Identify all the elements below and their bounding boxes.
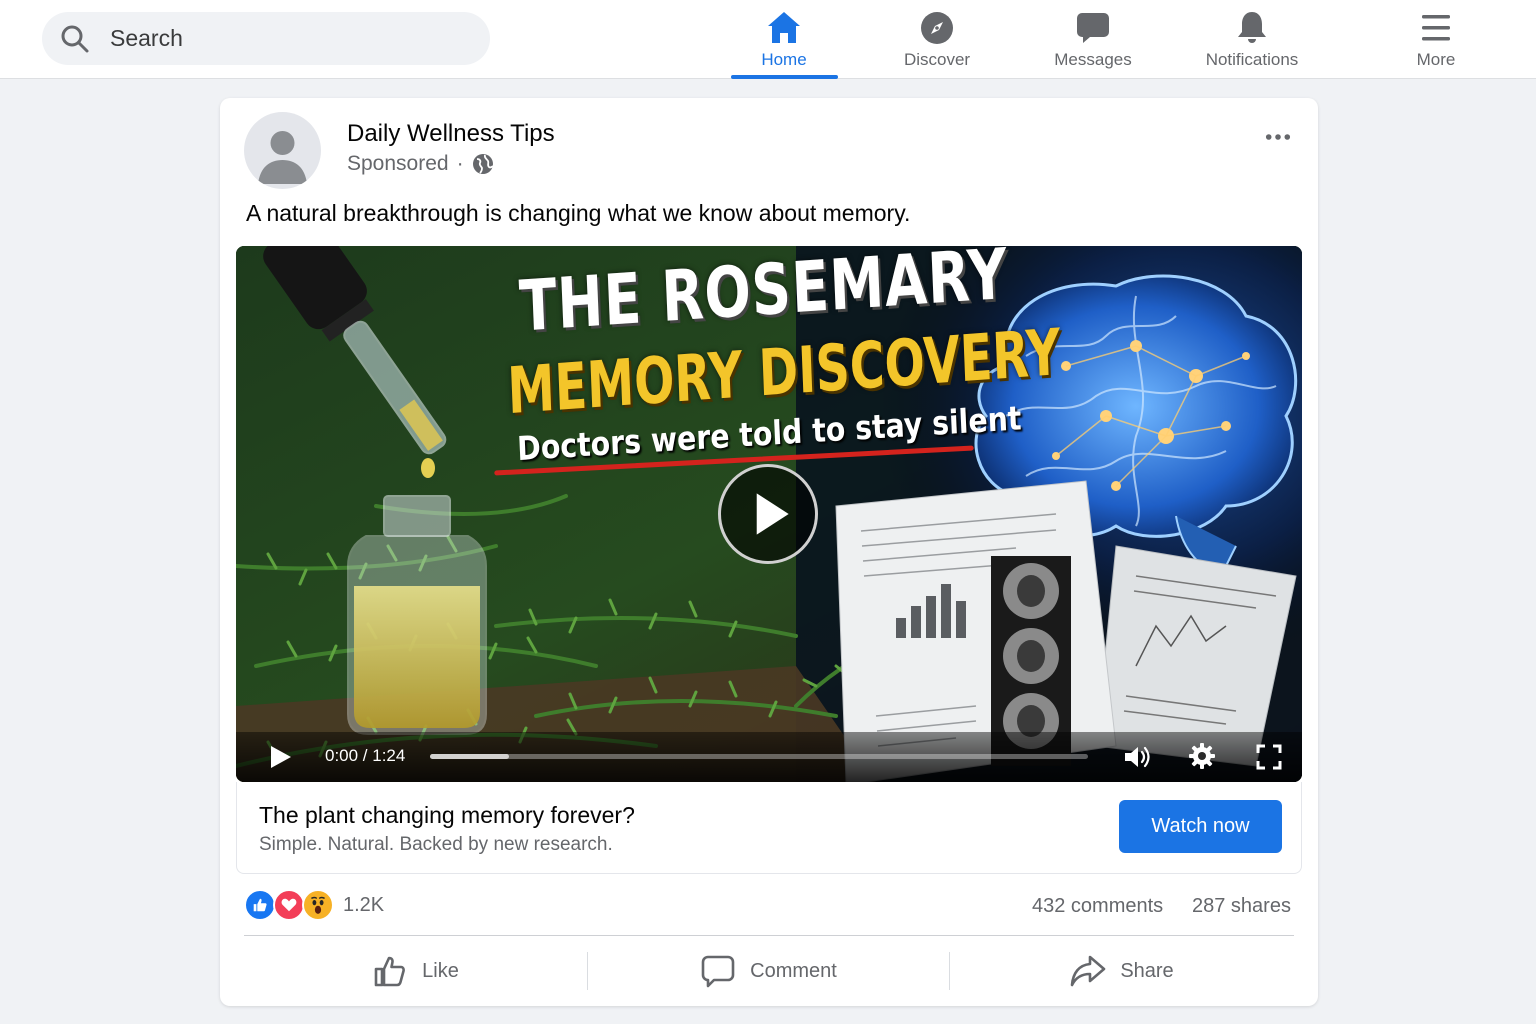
compass-icon [921, 12, 953, 44]
comment-label: Comment [750, 959, 837, 982]
thumbs-up-icon [253, 898, 267, 912]
nav-notifications[interactable]: Notifications [1192, 0, 1312, 79]
comments-count[interactable]: 432 comments [1032, 895, 1163, 918]
comment-icon [701, 955, 735, 988]
search-bar[interactable] [42, 12, 490, 65]
watch-now-button[interactable]: Watch now [1119, 800, 1282, 853]
video-progress-bar[interactable] [430, 754, 1088, 759]
search-input[interactable] [110, 18, 470, 59]
nav-messages[interactable]: Messages [1033, 0, 1153, 79]
active-tab-indicator [731, 75, 838, 79]
like-label: Like [422, 959, 459, 982]
menu-icon [1422, 15, 1450, 41]
play-icon[interactable] [266, 743, 294, 771]
like-icon [244, 889, 276, 921]
post-meta: Sponsored · [347, 152, 494, 176]
fullscreen-icon[interactable] [1256, 744, 1282, 770]
love-icon [273, 889, 305, 921]
nav-messages-label: Messages [1054, 50, 1132, 69]
top-navigation-bar: Home Discover Messages Notifications Mor… [0, 0, 1536, 79]
home-icon [768, 12, 800, 43]
nav-home-label: Home [761, 50, 807, 69]
search-icon [61, 25, 89, 52]
post-options-button[interactable] [1260, 122, 1296, 152]
sponsored-label[interactable]: Sponsored [347, 152, 449, 176]
meta-separator: · [456, 152, 464, 175]
share-label: Share [1120, 959, 1174, 982]
sponsored-post: Daily Wellness Tips Sponsored · A natura… [220, 98, 1318, 1006]
link-title: The plant changing memory forever? [259, 802, 635, 828]
nav-discover-label: Discover [903, 50, 971, 69]
video-controls: 0:00 / 1:24 [236, 732, 1302, 782]
nav-notifications-label: Notifications [1205, 50, 1299, 69]
link-subtitle: Simple. Natural. Backed by new research. [259, 834, 613, 855]
share-button[interactable]: Share [950, 942, 1294, 1000]
like-button[interactable]: Like [244, 942, 587, 1000]
post-author[interactable]: Daily Wellness Tips [347, 120, 555, 148]
heart-icon [281, 898, 297, 912]
reaction-summary[interactable]: 1.2K [244, 888, 384, 922]
chat-bubble-icon [1077, 13, 1109, 43]
bell-icon [1238, 12, 1266, 43]
video-buffer-fill [430, 754, 509, 759]
default-profile-icon [258, 131, 307, 184]
thumbs-up-icon [374, 956, 406, 987]
video-timestamp: 0:00 / 1:24 [325, 746, 406, 765]
more-dots-icon [1265, 134, 1291, 140]
video-play-overlay-button[interactable] [718, 464, 818, 564]
nav-more-label: More [1416, 50, 1456, 69]
link-preview[interactable]: The plant changing memory forever? Simpl… [236, 782, 1302, 874]
post-caption: A natural breakthrough is changing what … [246, 200, 911, 226]
shares-count[interactable]: 287 shares [1192, 895, 1291, 918]
play-icon [756, 493, 789, 535]
nav-more[interactable]: More [1376, 0, 1496, 79]
globe-icon [472, 154, 494, 174]
nav-discover[interactable]: Discover [877, 0, 997, 79]
wow-icon [302, 889, 334, 921]
stats-divider [244, 935, 1294, 936]
settings-gear-icon[interactable] [1188, 742, 1216, 770]
reaction-count: 1.2K [343, 893, 385, 916]
avatar[interactable] [244, 112, 321, 189]
comment-button[interactable]: Comment [588, 942, 949, 1000]
volume-icon[interactable] [1122, 742, 1152, 772]
post-actions: Like Comment Share [244, 942, 1294, 1000]
share-arrow-icon [1071, 955, 1106, 987]
wow-face-icon [311, 896, 325, 914]
video-player[interactable]: THE ROSEMARY MEMORY DISCOVERY Doctors we… [236, 246, 1302, 782]
nav-home[interactable]: Home [724, 0, 844, 79]
